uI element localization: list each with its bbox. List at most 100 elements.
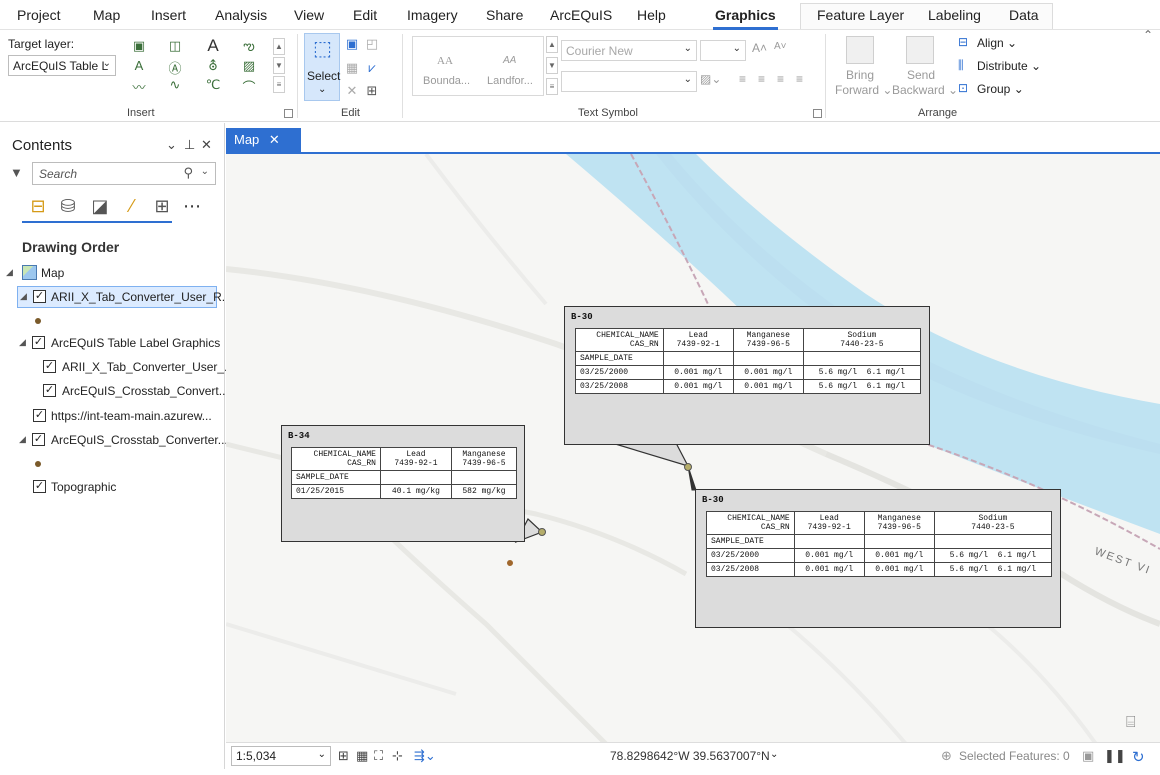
callout-text-icon[interactable]: ◫ — [166, 38, 184, 54]
tab-arcequis[interactable]: ArcEQuIS — [550, 7, 612, 23]
callout-b30-top[interactable]: B-30 CHEMICAL_NAME CAS_RN Lead 7439-92-1 M… — [564, 306, 930, 445]
increase-font-icon[interactable]: A˄ — [752, 41, 767, 55]
tab-imagery[interactable]: Imagery — [407, 7, 458, 23]
text-symbol-launcher-icon[interactable] — [813, 109, 822, 118]
tab-data[interactable]: Data — [1009, 7, 1039, 23]
gallery-scroll-up[interactable]: ▲ — [546, 36, 558, 53]
align-right-icon[interactable]: ≡ — [777, 72, 784, 86]
layer-visibility-checkbox[interactable]: ✓ — [32, 433, 45, 446]
align-button[interactable]: Align ⌄ — [977, 36, 1017, 50]
send-backward-label[interactable]: Send — [907, 68, 935, 82]
layer-visibility-checkbox[interactable]: ✓ — [43, 360, 56, 373]
align-left-icon[interactable]: ≡ — [739, 72, 746, 86]
curve-icon[interactable]: ⌒ — [240, 77, 258, 95]
decrease-font-icon[interactable]: A˅ — [774, 41, 787, 52]
tab-share[interactable]: Share — [486, 7, 523, 23]
close-icon[interactable]: ✕ — [201, 137, 212, 153]
tab-map-view[interactable]: Map ✕ — [226, 128, 301, 152]
insert-launcher-icon[interactable] — [284, 109, 293, 118]
layer-visibility-checkbox[interactable]: ✓ — [33, 480, 46, 493]
collapse-icon[interactable]: ◢ — [19, 434, 26, 445]
pin-icon[interactable]: ⊥ — [184, 137, 195, 153]
gallery-expand[interactable]: ≡ — [546, 78, 558, 95]
group-select-icon[interactable]: ⊞ — [363, 83, 381, 99]
text-symbol-gallery[interactable]: AA AA Bounda... Landfor... — [412, 36, 544, 96]
list-by-selection-icon[interactable]: ◪ — [88, 194, 112, 218]
pane-options-icon[interactable]: ⌄ — [166, 137, 177, 153]
toc-layer-7[interactable]: ✓ Topographic — [33, 477, 213, 499]
map-canvas[interactable]: WEST VI B-34 CHEMICAL_NAME CAS_RN Lead 743… — [226, 152, 1160, 742]
polyline-icon[interactable]: 〰 — [130, 77, 148, 95]
freehand-icon[interactable]: ∿ — [166, 77, 184, 93]
filter-icon[interactable]: ▣ — [1082, 748, 1094, 764]
select-button[interactable]: ⬚ Select ⌄ — [304, 33, 340, 101]
toc-layer-2[interactable]: ◢ ✓ ArcEQuIS Table Label Graphics — [19, 333, 220, 355]
table-icon[interactable]: ▦ — [356, 748, 368, 764]
layer-visibility-checkbox[interactable]: ✓ — [33, 290, 46, 303]
distribute-button[interactable]: Distribute ⌄ — [977, 59, 1041, 73]
table-edit-icon[interactable]: ▦ — [343, 60, 361, 76]
polygon-text-icon[interactable]: ⛢ — [204, 58, 222, 74]
navigate-icon[interactable]: ⇶⌄ — [414, 748, 436, 764]
gallery-scroll-down[interactable]: ▼ — [546, 57, 558, 74]
list-by-editing-icon[interactable]: ⁄ — [120, 194, 144, 218]
align-center-icon[interactable]: ≡ — [758, 72, 765, 86]
list-by-drawing-order-icon[interactable]: ⊟ — [26, 194, 50, 218]
toc-layer-3[interactable]: ✓ ARII_X_Tab_Converter_User_... — [43, 357, 234, 379]
more-options-icon[interactable]: ⋯ — [180, 194, 204, 218]
map-overview-icon[interactable]: ⌸ — [1126, 714, 1136, 732]
tab-help[interactable]: Help — [637, 7, 666, 23]
tab-analysis[interactable]: Analysis — [215, 7, 267, 23]
filter-icon[interactable]: ▼ — [10, 165, 23, 180]
text-icon[interactable]: A — [204, 36, 222, 55]
tab-labeling[interactable]: Labeling — [928, 7, 981, 23]
bring-forward-label[interactable]: Bring — [846, 68, 874, 82]
toc-map[interactable]: ◢ Map — [6, 263, 216, 285]
scale-dropdown[interactable]: 1:5,034 ⌄ — [231, 746, 331, 766]
tab-project[interactable]: Project — [17, 7, 61, 23]
font-size-dropdown[interactable]: ⌄ — [700, 40, 746, 61]
toc-layer-6[interactable]: ◢ ✓ ArcEQuIS_Crosstab_Converter... — [19, 430, 228, 452]
list-by-snapping-icon[interactable]: ⊞ — [150, 194, 174, 218]
target-layer-dropdown[interactable]: ArcEQuIS Table L ⌄ — [8, 55, 116, 76]
circle-text-icon[interactable]: Ⓐ — [166, 58, 184, 76]
pause-icon[interactable]: ❚❚ — [1104, 748, 1126, 764]
vertex-icon[interactable]: ◰ — [363, 36, 381, 52]
lasso-icon[interactable]: ℃ — [204, 77, 222, 93]
sample-point[interactable] — [538, 528, 546, 536]
measure-icon[interactable]: ⛶ — [374, 748, 383, 764]
collapse-icon[interactable]: ◢ — [6, 267, 13, 278]
snapping-icon[interactable]: ⊹ — [392, 748, 403, 764]
callout-b30-bottom[interactable]: B-30 CHEMICAL_NAME CAS_RN Lead 7439-92-1 M… — [695, 489, 1061, 628]
collapse-icon[interactable]: ◢ — [20, 291, 27, 302]
font-color-icon[interactable]: ▨⌄ — [700, 72, 721, 86]
reshape-icon[interactable]: ⩗ — [363, 60, 381, 76]
tab-view[interactable]: View — [294, 7, 324, 23]
gallery-scroll-down[interactable]: ▼ — [273, 57, 285, 74]
gallery-expand[interactable]: ≡ — [273, 76, 285, 93]
search-input[interactable]: Search ⚲ ⌄ — [32, 162, 216, 185]
chevron-down-icon[interactable]: ⌄ — [770, 749, 778, 760]
font-name-dropdown[interactable]: Courier New ⌄ — [561, 40, 697, 61]
ribbon-collapse-icon[interactable]: ⌃ — [1143, 28, 1153, 42]
send-backward-label[interactable]: Backward ⌄ — [892, 83, 958, 97]
font-style-dropdown[interactable]: ⌄ — [561, 71, 697, 92]
close-icon[interactable]: ✕ — [269, 132, 280, 147]
bring-forward-label[interactable]: Forward ⌄ — [835, 83, 892, 97]
picture-icon[interactable]: ▨ — [240, 58, 258, 74]
gallery-scroll-up[interactable]: ▲ — [273, 38, 285, 55]
tab-graphics[interactable]: Graphics — [713, 7, 778, 30]
collapse-icon[interactable]: ◢ — [19, 337, 26, 348]
tab-insert[interactable]: Insert — [151, 7, 186, 23]
select-by-rectangle-icon[interactable]: ▣ — [343, 36, 361, 52]
delete-icon[interactable]: ✕ — [343, 83, 361, 99]
sample-point[interactable] — [507, 560, 513, 566]
layer-visibility-checkbox[interactable]: ✓ — [32, 336, 45, 349]
toc-layer-5[interactable]: ✓ https://int-team-main.azurew... — [33, 406, 223, 428]
toc-layer-4[interactable]: ✓ ArcEQuIS_Crosstab_Convert... — [43, 381, 229, 403]
line-text-icon[interactable]: A — [130, 58, 148, 74]
splined-text-icon[interactable]: ఌ — [240, 38, 258, 54]
list-by-source-icon[interactable]: ⛁ — [56, 194, 80, 218]
callout-b34[interactable]: B-34 CHEMICAL_NAME CAS_RN Lead 7439-92-1 M… — [281, 425, 525, 542]
layer-visibility-checkbox[interactable]: ✓ — [43, 384, 56, 397]
